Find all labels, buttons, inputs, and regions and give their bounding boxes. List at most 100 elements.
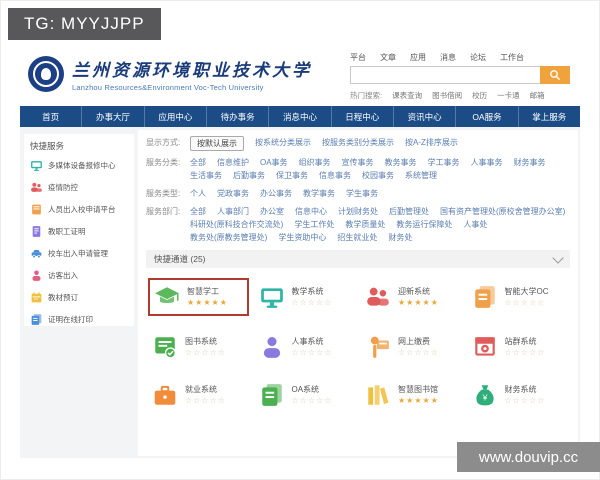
filter-option[interactable]: OA事务 xyxy=(260,156,288,169)
filter-option[interactable]: 按服务类别分类展示 xyxy=(322,136,394,151)
filter-option[interactable]: 教务运行保障处 xyxy=(396,218,452,231)
app-tile-4[interactable]: 图书系统 ☆☆☆☆☆ xyxy=(148,330,249,364)
top-link-1[interactable]: 文章 xyxy=(380,52,396,63)
nav-item-6[interactable]: 资讯中心 xyxy=(392,106,455,127)
filter-option[interactable]: 全部 xyxy=(190,205,206,218)
filter-option[interactable]: 后勤事务 xyxy=(233,169,265,182)
hot-link-2[interactable]: 校历 xyxy=(472,90,487,101)
filter-label: 服务分类: xyxy=(146,158,181,167)
sidebar-item-label: 教材预订 xyxy=(48,293,78,302)
filter-option[interactable]: 按A-Z排序展示 xyxy=(405,136,458,151)
app-tile-1[interactable]: 教学系统 ☆☆☆☆☆ xyxy=(255,278,356,316)
app-tile-6[interactable]: 网上缴费 ☆☆☆☆☆ xyxy=(361,330,462,364)
sidebar-item-4[interactable]: 校车出入申请管理 xyxy=(30,247,128,260)
filter-option[interactable]: 教学事务 xyxy=(303,187,335,200)
filter-option[interactable]: 招生就业处 xyxy=(337,231,377,244)
chevron-down-icon[interactable] xyxy=(552,251,564,264)
watermark: www.douvip.cc xyxy=(457,442,600,472)
filter-option[interactable]: 科研处(原科技合作交流处) xyxy=(190,218,283,231)
sidebar: 快捷服务 多媒体设备报修中心 疫情防控 人员出入校申请平台 教职工证明 校车出入… xyxy=(24,134,134,326)
filter-option[interactable]: 人事事务 xyxy=(471,156,503,169)
filter-option[interactable]: 个人 xyxy=(190,187,206,200)
app-tile-2[interactable]: 迎新系统 ★★★★★ xyxy=(361,278,462,316)
hot-search-row: 热门搜索: 课表查询 图书借阅 校历 一卡通 邮箱 xyxy=(350,90,545,101)
hot-link-3[interactable]: 一卡通 xyxy=(497,90,520,101)
docs-icon xyxy=(31,314,42,325)
filter-option[interactable]: 党政事务 xyxy=(217,187,249,200)
filter-option[interactable]: 教务事务 xyxy=(385,156,417,169)
filter-option[interactable]: 生活事务 xyxy=(190,169,222,182)
filter-option[interactable]: 学生资助中心 xyxy=(278,231,326,244)
top-link-0[interactable]: 平台 xyxy=(350,52,366,63)
nav-item-1[interactable]: 办事大厅 xyxy=(81,106,143,127)
app-name: 就业系统 xyxy=(185,385,217,394)
section-quick-channel[interactable]: 快捷通道 (25) xyxy=(146,250,570,268)
sidebar-item-0[interactable]: 多媒体设备报修中心 xyxy=(30,159,128,172)
search-button[interactable] xyxy=(540,66,570,84)
nav-item-2[interactable]: 应用中心 xyxy=(143,106,206,127)
app-tile-7[interactable]: 站群系统 ☆☆☆☆☆ xyxy=(468,330,569,364)
portal-window: 兰州资源环境职业技术大学 Lanzhou Resources&Environme… xyxy=(20,46,580,458)
sidebar-item-label: 疫情防控 xyxy=(48,183,78,192)
filter-row-3: 服务部门: 全部 人事部门 办公室 信息中心 计划财务处 后勤管理处 国有资产管理处(原校舍… xyxy=(146,205,570,244)
filter-option[interactable]: 财务处 xyxy=(388,231,412,244)
sidebar-item-7[interactable]: 证明在线打印 xyxy=(30,313,128,326)
app-tile-10[interactable]: 智慧图书馆 ★★★★★ xyxy=(361,378,462,412)
filter-option[interactable]: 组织事务 xyxy=(299,156,331,169)
nav-item-8[interactable]: 掌上服务 xyxy=(517,106,580,127)
filter-option[interactable]: 信息中心 xyxy=(295,205,327,218)
app-tile-3[interactable]: 智能大学OC ☆☆☆☆☆ xyxy=(468,278,569,316)
top-link-4[interactable]: 论坛 xyxy=(470,52,486,63)
nav-item-3[interactable]: 待办事务 xyxy=(205,106,268,127)
hot-link-1[interactable]: 图书借阅 xyxy=(432,90,462,101)
filter-option[interactable]: 财务事务 xyxy=(514,156,546,169)
filter-option[interactable]: 全部 xyxy=(190,156,206,169)
filter-option[interactable]: 办公事务 xyxy=(260,187,292,200)
app-tile-11[interactable]: ¥ 财务系统 ☆☆☆☆☆ xyxy=(468,378,569,412)
filter-option[interactable]: 学工事务 xyxy=(428,156,460,169)
sidebar-item-2[interactable]: 人员出入校申请平台 xyxy=(30,203,128,216)
filter-option[interactable]: 系统管理 xyxy=(405,169,437,182)
nav-item-0[interactable]: 首页 xyxy=(20,106,81,127)
sidebar-item-6[interactable]: 教材预订 xyxy=(30,291,128,304)
people-icon xyxy=(367,287,389,306)
filter-option[interactable]: 校园事务 xyxy=(362,169,394,182)
filter-option[interactable]: 宣传事务 xyxy=(342,156,374,169)
filter-option[interactable]: 信息维护 xyxy=(217,156,249,169)
moneybag-icon: ¥ xyxy=(475,385,494,406)
filter-option[interactable]: 学生工作处 xyxy=(294,218,334,231)
filter-option[interactable]: 国有资产管理处(原校舍管理办公室) xyxy=(440,205,565,218)
search-input[interactable] xyxy=(350,66,540,84)
app-tile-8[interactable]: 就业系统 ☆☆☆☆☆ xyxy=(148,378,249,412)
filter-option[interactable]: 办公室 xyxy=(260,205,284,218)
nav-item-5[interactable]: 日程中心 xyxy=(330,106,393,127)
app-rating: ★★★★★ xyxy=(398,298,439,307)
app-tile-5[interactable]: 人事系统 ☆☆☆☆☆ xyxy=(255,330,356,364)
filter-option[interactable]: 计划财务处 xyxy=(338,205,378,218)
hot-link-4[interactable]: 邮箱 xyxy=(530,90,545,101)
sidebar-item-label: 访客出入 xyxy=(48,271,78,280)
gradcap-icon xyxy=(155,287,179,303)
top-link-5[interactable]: 工作台 xyxy=(500,52,524,63)
filter-label: 显示方式: xyxy=(146,138,181,147)
hot-link-0[interactable]: 课表查询 xyxy=(392,90,422,101)
nav-item-7[interactable]: OA服务 xyxy=(455,106,517,127)
filter-option[interactable]: 学生事务 xyxy=(346,187,378,200)
sidebar-item-5[interactable]: 访客出入 xyxy=(30,269,128,282)
filter-option[interactable]: 人事处 xyxy=(463,218,487,231)
filter-option[interactable]: 教学质量处 xyxy=(345,218,385,231)
filter-option[interactable]: 教务处(原教务管理处) xyxy=(190,231,267,244)
filter-option[interactable]: 按默认展示 xyxy=(190,136,244,151)
filter-option[interactable]: 后勤管理处 xyxy=(389,205,429,218)
sidebar-item-1[interactable]: 疫情防控 xyxy=(30,181,128,194)
top-link-2[interactable]: 应用 xyxy=(410,52,426,63)
top-link-3[interactable]: 消息 xyxy=(440,52,456,63)
app-tile-9[interactable]: OA系统 ☆☆☆☆☆ xyxy=(255,378,356,412)
filter-option[interactable]: 信息事务 xyxy=(319,169,351,182)
nav-item-4[interactable]: 消息中心 xyxy=(268,106,330,127)
app-tile-0[interactable]: 智慧学工 ★★★★★ xyxy=(148,278,249,316)
filter-option[interactable]: 保卫事务 xyxy=(276,169,308,182)
filter-option[interactable]: 按系统分类展示 xyxy=(255,136,311,151)
sidebar-item-3[interactable]: 教职工证明 xyxy=(30,225,128,238)
filter-option[interactable]: 人事部门 xyxy=(217,205,249,218)
